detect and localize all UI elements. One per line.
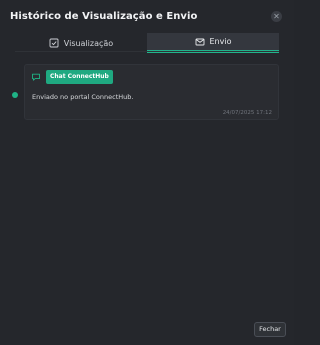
- modal-header: Histórico de Visualização e Envio ✕: [10, 10, 284, 24]
- tab-envio-label: Envio: [209, 37, 232, 46]
- entry-header: Chat ConnectHub: [31, 70, 113, 84]
- timeline-dot: [12, 92, 18, 98]
- history-modal: Histórico de Visualização e Envio ✕ Visu…: [0, 0, 294, 345]
- modal-title: Histórico de Visualização e Envio: [10, 11, 198, 22]
- tab-bar: Visualização Envio: [15, 33, 279, 53]
- entry-message: Enviado no portal ConnectHub.: [32, 93, 134, 101]
- eye-doc-icon: [49, 38, 59, 48]
- channel-badge: Chat ConnectHub: [46, 70, 113, 84]
- tab-visualizacao[interactable]: Visualização: [15, 33, 147, 53]
- tab-envio[interactable]: Envio: [147, 33, 279, 53]
- close-button[interactable]: Fechar: [254, 322, 286, 337]
- timeline-entry-card: Chat ConnectHub Enviado no portal Connec…: [24, 64, 279, 120]
- mail-send-icon: [195, 37, 205, 47]
- entry-timestamp: 24/07/2025 17:12: [222, 110, 272, 116]
- close-icon[interactable]: ✕: [271, 11, 282, 22]
- tab-divider: [15, 51, 279, 52]
- tab-visualizacao-label: Visualização: [63, 38, 114, 48]
- chat-bubble-icon: [31, 72, 41, 82]
